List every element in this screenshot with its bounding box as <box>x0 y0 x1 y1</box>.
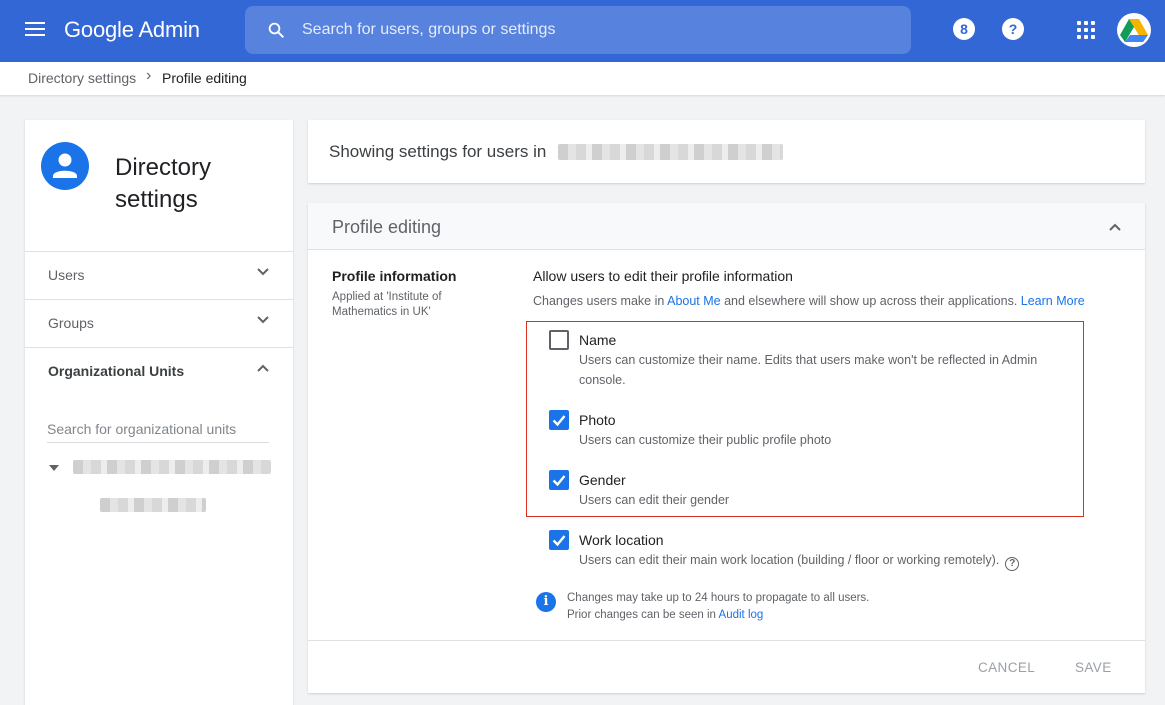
checkmark-icon <box>552 475 566 487</box>
profile-editing-header[interactable]: Profile editing <box>308 203 1145 250</box>
top-app-bar: Google Admin 8 ? <box>0 0 1165 62</box>
option-desc-work-location: Users can edit their main work location … <box>579 550 1099 571</box>
breadcrumb-directory-settings[interactable]: Directory settings <box>28 70 136 86</box>
directory-settings-sidebar: Directory settings Users Groups Organiza… <box>25 120 293 705</box>
app-title[interactable]: Google Admin <box>64 17 200 43</box>
learn-more-link[interactable]: Learn More <box>1021 294 1085 308</box>
apps-grid-icon[interactable] <box>1077 21 1095 39</box>
option-title-photo: Photo <box>579 412 616 428</box>
option-desc-name: Users can customize their name. Edits th… <box>579 353 1038 387</box>
tree-expand-arrow-icon[interactable] <box>49 465 59 471</box>
work-location-desc-text: Users can edit their main work location … <box>579 553 1000 567</box>
sidebar-item-label: Users <box>48 267 85 283</box>
hamburger-menu-icon[interactable] <box>25 22 45 38</box>
scope-text: Showing settings for users in <box>329 142 547 161</box>
option-title-work-location: Work location <box>579 532 664 548</box>
allow-desc-middle: and elsewhere will show up across their … <box>720 294 1021 308</box>
audit-note-prefix: Prior changes can be seen in <box>567 609 719 621</box>
search-input[interactable] <box>302 19 882 41</box>
applied-at-text: Applied at 'Institute of Mathematics in … <box>332 291 442 318</box>
option-desc-photo: Users can customize their public profile… <box>579 433 832 447</box>
sidebar-item-groups[interactable]: Groups <box>25 300 293 347</box>
breadcrumb: Directory settings › Profile editing <box>0 62 1165 95</box>
section-title: Profile information <box>332 268 457 284</box>
chevron-up-icon <box>257 364 269 372</box>
audit-note: Prior changes can be seen in Audit log <box>567 609 763 621</box>
chevron-up-icon[interactable] <box>1109 223 1121 231</box>
help-circle-icon[interactable]: ? <box>1005 557 1020 571</box>
option-title-gender: Gender <box>579 472 626 488</box>
redacted-org-unit-name[interactable] <box>100 498 206 512</box>
sidebar-item-label: Organizational Units <box>48 363 185 379</box>
redacted-org-unit-name[interactable] <box>73 460 271 474</box>
redacted-org-name <box>558 144 783 160</box>
search-bar[interactable] <box>245 6 911 54</box>
divider <box>308 640 1145 641</box>
drive-logo-icon <box>1120 19 1148 42</box>
search-icon <box>268 22 284 38</box>
account-avatar[interactable] <box>1117 13 1151 47</box>
audit-log-link[interactable]: Audit log <box>719 609 764 621</box>
info-icon: i <box>536 592 556 612</box>
option-desc-gender: Users can edit their gender <box>579 493 730 507</box>
name-checkbox[interactable] <box>549 330 569 350</box>
help-icon[interactable]: ? <box>1002 18 1024 40</box>
chevron-down-icon <box>257 316 269 324</box>
option-title-name: Name <box>579 332 617 348</box>
propagation-note: Changes may take up to 24 hours to propa… <box>567 592 870 604</box>
allow-desc-prefix: Changes users make in <box>533 294 668 308</box>
work-location-checkbox[interactable] <box>549 530 569 550</box>
checkmark-icon <box>552 535 566 547</box>
sidebar-title-line1: Directory <box>115 154 212 181</box>
breadcrumb-current: Profile editing <box>162 70 247 86</box>
sidebar-item-users[interactable]: Users <box>25 252 293 299</box>
photo-checkbox[interactable] <box>549 410 569 430</box>
checkmark-icon <box>552 415 566 427</box>
sidebar-item-organizational-units[interactable]: Organizational Units <box>25 348 293 395</box>
chevron-down-icon <box>257 268 269 276</box>
person-icon <box>41 142 89 190</box>
about-me-link[interactable]: About Me <box>667 294 721 308</box>
allow-edit-title: Allow users to edit their profile inform… <box>533 268 793 284</box>
sidebar-title-line2: settings <box>115 186 198 213</box>
allow-edit-description: Changes users make in About Me and elsew… <box>533 294 1085 308</box>
scope-card: Showing settings for users in <box>308 120 1145 183</box>
gender-checkbox[interactable] <box>549 470 569 490</box>
org-unit-search-input[interactable] <box>47 415 269 443</box>
support-icon[interactable]: 8 <box>953 18 975 40</box>
profile-editing-card: Profile editing Profile information Appl… <box>308 203 1145 693</box>
save-button[interactable]: SAVE <box>1075 660 1112 675</box>
cancel-button[interactable]: CANCEL <box>978 660 1035 675</box>
breadcrumb-separator: › <box>146 67 152 84</box>
card-title: Profile editing <box>332 217 442 237</box>
sidebar-title: Directory settings <box>115 152 285 216</box>
sidebar-item-label: Groups <box>48 315 94 331</box>
